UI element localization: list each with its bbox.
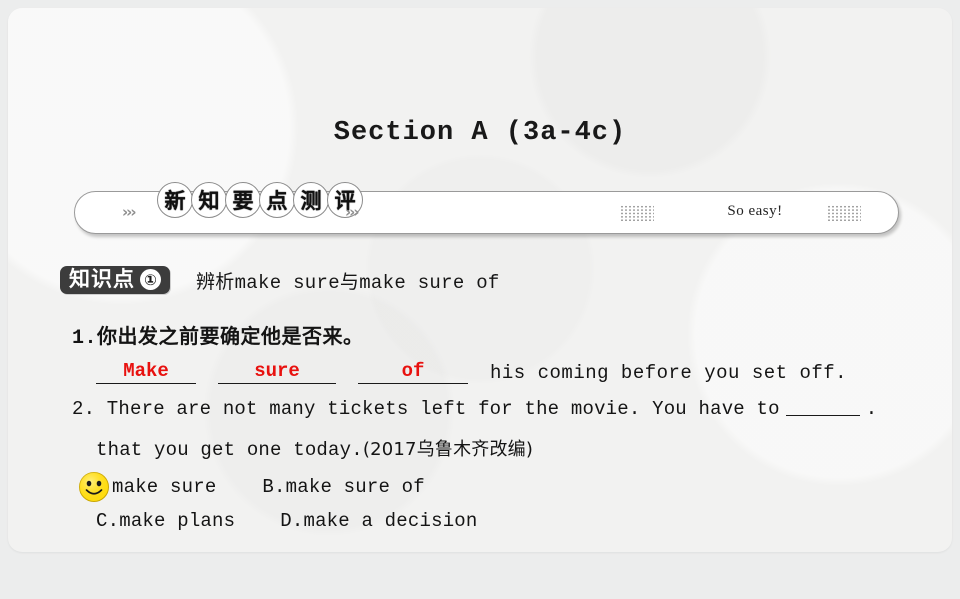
question-1-blank-2[interactable]: sure (218, 360, 336, 384)
question-1-prompt: 1.你出发之前要确定他是否来。 (72, 320, 364, 350)
question-1-prompt-text: 你出发之前要确定他是否来。 (97, 324, 364, 348)
chevron-right-icon-left: ››› (122, 203, 136, 221)
banner-bubble-2: 知 (191, 182, 227, 218)
banner-bubble-4: 点 (259, 182, 295, 218)
option-b-label: make sure of (285, 476, 425, 498)
dot-grid-icon-left (620, 205, 654, 221)
knowledge-point-badge-label: 知识点 (69, 267, 135, 291)
knowledge-point-badge: 知识点 ① (60, 266, 170, 294)
option-d-label: make a decision (303, 510, 478, 532)
page-title: Section A (3a-4c) (333, 118, 627, 148)
banner-bubble-5: 测 (293, 182, 329, 218)
question-2-line-1: 2. There are not many tickets left for t… (72, 398, 877, 420)
option-a-label[interactable]: make sure (112, 476, 216, 498)
chevron-right-icon-right: ››› (345, 203, 359, 221)
banner-bubble-group: 新 知 要 点 测 评 (157, 182, 363, 218)
question-2-options-row-1: make sure B.make sure of (78, 471, 425, 503)
banner-bubble-1: 新 (157, 182, 193, 218)
knowledge-point-header: 知识点 ① 辨析make sure与make sure of (60, 266, 500, 294)
option-b-marker: B. (262, 476, 286, 498)
question-1-tail-text: his coming before you set off. (490, 362, 848, 384)
option-c[interactable]: C.make plans (96, 510, 235, 532)
question-1-blank-3[interactable]: of (358, 360, 468, 384)
section-banner: ››› 新 知 要 点 测 评 ››› So easy! (74, 182, 899, 234)
question-2-blank[interactable] (785, 415, 860, 416)
knowledge-point-number: ① (140, 269, 161, 290)
question-1-blank-1[interactable]: Make (96, 360, 196, 384)
option-b[interactable]: B.make sure of (262, 476, 424, 498)
question-1-number: 1. (72, 327, 98, 350)
smiley-icon (79, 472, 109, 502)
option-c-label: make plans (119, 510, 236, 532)
dot-grid-icon-right (827, 205, 861, 221)
option-c-marker: C. (96, 510, 120, 532)
question-2-source: (2017乌鲁木齐改编) (362, 439, 534, 460)
question-2-stem: 2. There are not many tickets left for t… (72, 398, 780, 420)
option-d[interactable]: D.make a decision (280, 510, 477, 532)
question-1-answer-line: Make sure of his coming before you set o… (96, 360, 847, 384)
banner-tagline: So easy! (727, 203, 783, 219)
slide-canvas: Section A (3a-4c) ››› 新 知 要 点 测 评 ››› So… (8, 8, 952, 552)
knowledge-point-title: 辨析make sure与make sure of (196, 271, 500, 294)
question-2-line-2: that you get one today.(2017乌鲁木齐改编) (96, 435, 533, 461)
question-2-period: . (865, 398, 878, 420)
banner-bubble-3: 要 (225, 182, 261, 218)
option-d-marker: D. (280, 510, 304, 532)
question-2-stem-continued: that you get one today. (96, 439, 363, 461)
question-2-options-row-2: C.make plans D.make a decision (96, 510, 478, 532)
